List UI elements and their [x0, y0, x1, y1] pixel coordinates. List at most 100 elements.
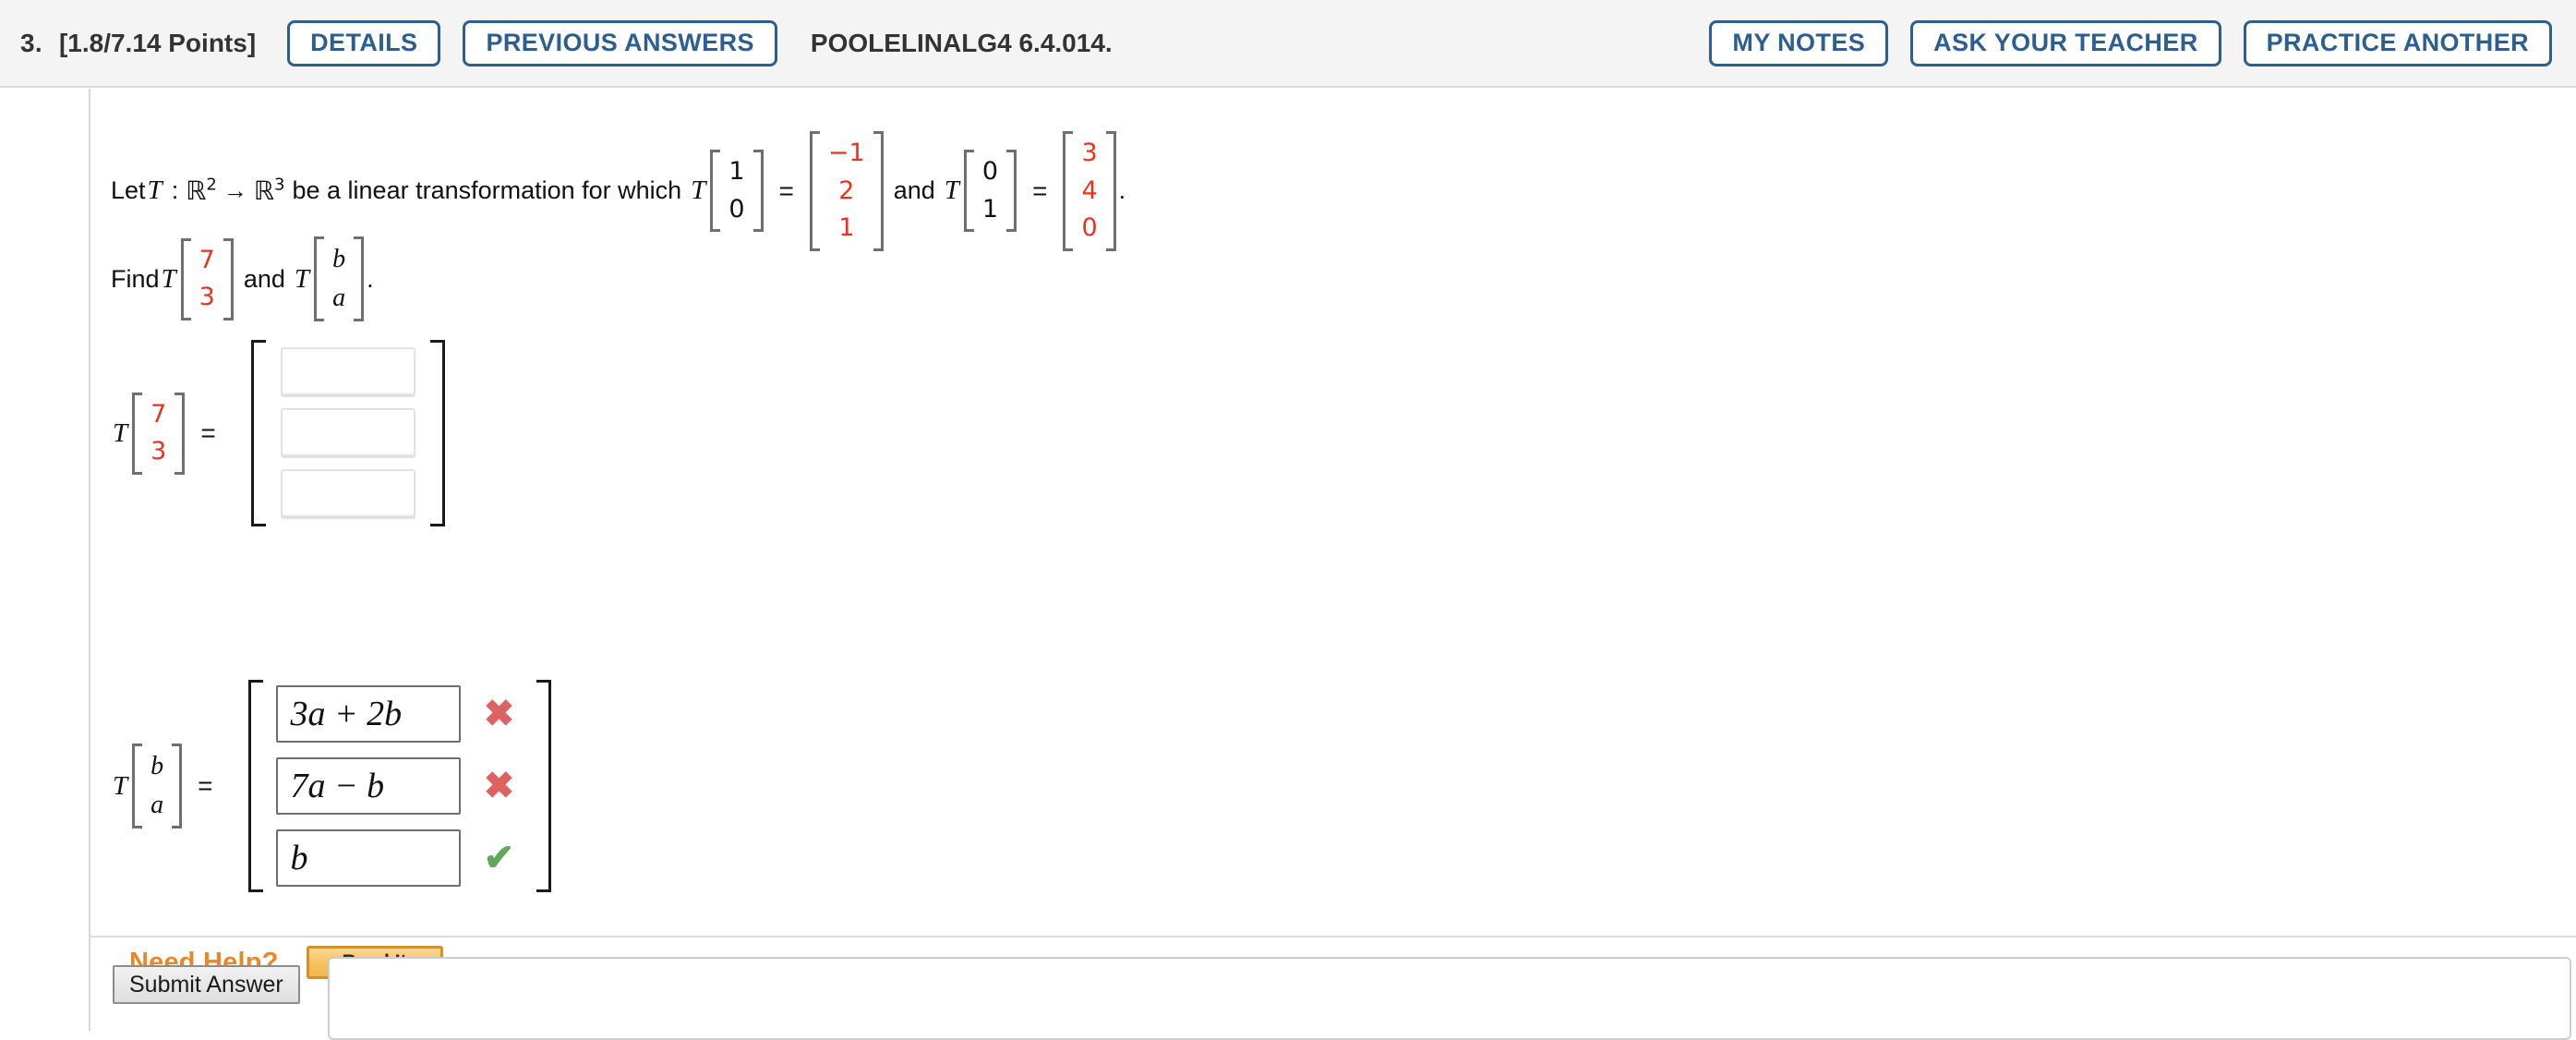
previous-answers-button[interactable]: PREVIOUS ANSWERS: [463, 19, 777, 67]
answer-block-1: T 7 3 =: [111, 340, 445, 526]
answer2-entry-3[interactable]: b: [275, 829, 461, 887]
question-code: POOLELINALG4 6.4.014.: [810, 28, 1113, 57]
bracket-right: [223, 237, 234, 320]
vector-entry: 2: [838, 175, 855, 205]
bracket-right: [1105, 131, 1116, 251]
maps-to-arrow: →: [223, 176, 247, 205]
bracket-left: [314, 236, 325, 321]
colon: :: [171, 176, 179, 205]
header-actions: MY NOTES ASK YOUR TEACHER PRACTICE ANOTH…: [1709, 19, 2552, 67]
my-notes-button[interactable]: MY NOTES: [1709, 19, 1889, 67]
vector-entry: 0: [728, 194, 745, 224]
bracket-right: [354, 236, 365, 321]
bracket-right: [752, 150, 764, 233]
equals-sign: =: [1032, 175, 1048, 205]
answer1-entry-1[interactable]: [280, 347, 415, 397]
bracket-left: [809, 131, 820, 251]
answer2-row-2: 7a − b ✖: [275, 757, 524, 815]
answer2-entry-1[interactable]: 3a + 2b: [275, 685, 461, 743]
transform-symbol-answer1: T: [113, 417, 128, 448]
bracket-left: [132, 744, 143, 828]
sentence-period: .: [1118, 176, 1126, 205]
given2-output-vector: 3 4 0: [1063, 131, 1116, 251]
given1-input-vector: 1 0: [710, 150, 764, 233]
left-gutter-divider: [89, 89, 90, 1031]
vector-entry: 1: [838, 213, 855, 242]
transform-symbol-find1: T: [161, 263, 176, 294]
transform-symbol-given1: T: [691, 175, 706, 206]
question-points: [1.8/7.14 Points]: [58, 28, 257, 57]
bracket-right: [1006, 150, 1017, 233]
bracket-right: [873, 131, 884, 251]
sentence-period: .: [367, 264, 374, 293]
incorrect-icon: ✖: [483, 766, 515, 806]
find-instruction-line: Find T 7 3 and T b a .: [111, 236, 374, 321]
vector-entry: 1: [981, 194, 999, 224]
bracket-left: [132, 392, 143, 475]
vector-entry: b: [332, 245, 346, 273]
statement-text: be a linear transformation for which: [292, 176, 682, 205]
bracket-left: [247, 680, 263, 892]
find-label: Find: [111, 264, 160, 293]
vector-entry: a: [150, 791, 164, 819]
vector-entry: 0: [981, 157, 999, 187]
bracket-right: [536, 680, 551, 892]
practice-another-button[interactable]: PRACTICE ANOTHER: [2243, 19, 2552, 67]
find-vector-2: b a: [314, 236, 365, 321]
answer1-prompt: T 7 3 =: [111, 392, 229, 475]
answer2-vector-inputs: 3a + 2b ✖ 7a − b ✖ b ✔: [247, 680, 551, 892]
vector-entry: 0: [1081, 213, 1098, 242]
vector-entry: 7: [150, 399, 167, 429]
transform-symbol-find2: T: [294, 263, 310, 294]
transform-symbol: T: [147, 175, 163, 206]
vector-entry: 4: [1081, 175, 1098, 205]
answer2-row-3: b ✔: [275, 829, 524, 887]
answer2-row-1: 3a + 2b ✖: [275, 685, 524, 743]
bracket-left: [250, 340, 266, 526]
footer-side-panel: [328, 957, 2571, 1040]
vector-entry: −1: [827, 139, 865, 167]
answer1-entry-2[interactable]: [280, 408, 415, 458]
submit-answer-button[interactable]: Submit Answer: [113, 965, 300, 1004]
problem-statement-line: Let T : ℝ2 → ℝ3 be a linear transformati…: [111, 131, 1125, 251]
correct-icon: ✔: [483, 838, 515, 878]
answer1-vector-inputs: [250, 340, 445, 526]
vector-entry: 1: [728, 157, 745, 187]
bracket-right: [175, 392, 186, 475]
footer-divider: [89, 936, 2576, 937]
incorrect-icon: ✖: [483, 694, 515, 734]
bracket-right: [172, 744, 183, 828]
equals-sign: =: [778, 175, 794, 205]
conjunction-and: and: [893, 176, 935, 205]
bracket-left: [963, 150, 974, 233]
bracket-right: [429, 340, 445, 526]
details-button[interactable]: DETAILS: [287, 19, 441, 67]
vector-entry: 3: [1081, 139, 1098, 167]
ask-your-teacher-button[interactable]: ASK YOUR TEACHER: [1910, 19, 2221, 67]
find-vector-1: 7 3: [180, 237, 234, 320]
vector-entry: 3: [199, 283, 215, 311]
conjunction-and: and: [243, 264, 285, 293]
equals-sign: =: [200, 418, 216, 447]
question-header-bar: 3. [1.8/7.14 Points] DETAILS PREVIOUS AN…: [0, 0, 2576, 88]
given2-input-vector: 0 1: [963, 150, 1017, 233]
given1-output-vector: −1 2 1: [809, 131, 884, 251]
answer1-input-vector: 7 3: [132, 392, 186, 475]
question-number: 3.: [20, 28, 42, 57]
vector-entry: b: [150, 752, 164, 780]
answer2-prompt: T b a =: [111, 744, 226, 828]
vector-entry: 3: [150, 437, 167, 466]
answer1-entry-3[interactable]: [280, 469, 415, 519]
vector-entry: 7: [199, 245, 215, 274]
answer-block-2: T b a = 3a + 2b ✖ 7a − b ✖ b ✔: [111, 680, 551, 892]
equals-sign: =: [198, 771, 213, 800]
answer2-input-vector: b a: [132, 744, 183, 828]
transform-symbol-given2: T: [944, 175, 959, 206]
transform-symbol-answer2: T: [113, 770, 128, 801]
domain-set: ℝ2: [186, 175, 217, 207]
bracket-left: [710, 150, 721, 233]
codomain-set: ℝ3: [253, 175, 285, 207]
answer2-entry-2[interactable]: 7a − b: [275, 757, 461, 815]
statement-lead: Let: [111, 176, 146, 205]
bracket-left: [180, 237, 191, 320]
